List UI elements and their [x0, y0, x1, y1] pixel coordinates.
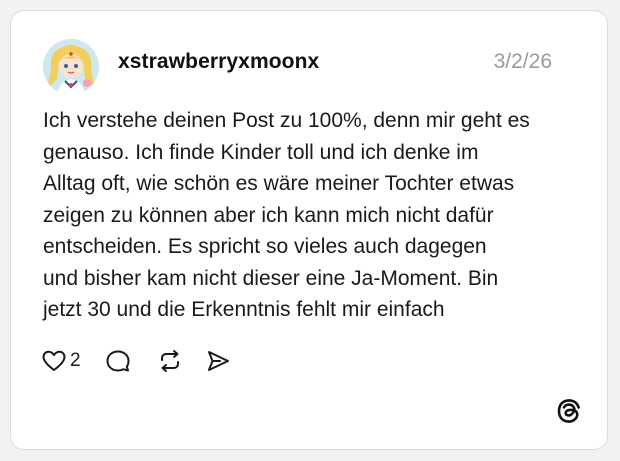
post-date: 3/2/26 — [493, 50, 552, 73]
avatar[interactable] — [43, 39, 99, 95]
post-card: xstrawberryxmoonx 3/2/26 Ich verstehe de… — [10, 10, 608, 450]
send-icon — [207, 351, 229, 371]
repost-icon — [160, 350, 179, 372]
post-actions: 2 — [41, 347, 231, 375]
threads-logo-icon — [555, 397, 583, 425]
heart-icon — [42, 350, 66, 371]
share-button[interactable] — [205, 348, 231, 374]
post-text: Ich verstehe deinen Post zu 100%, denn m… — [43, 109, 530, 321]
repost-button[interactable] — [157, 348, 183, 374]
like-button[interactable]: 2 — [41, 348, 105, 374]
username[interactable]: xstrawberryxmoonx — [118, 50, 319, 74]
comment-button[interactable] — [105, 348, 131, 374]
avatar-illustration — [43, 39, 99, 95]
like-count: 2 — [70, 350, 81, 371]
comment-bubble-icon — [106, 350, 130, 372]
